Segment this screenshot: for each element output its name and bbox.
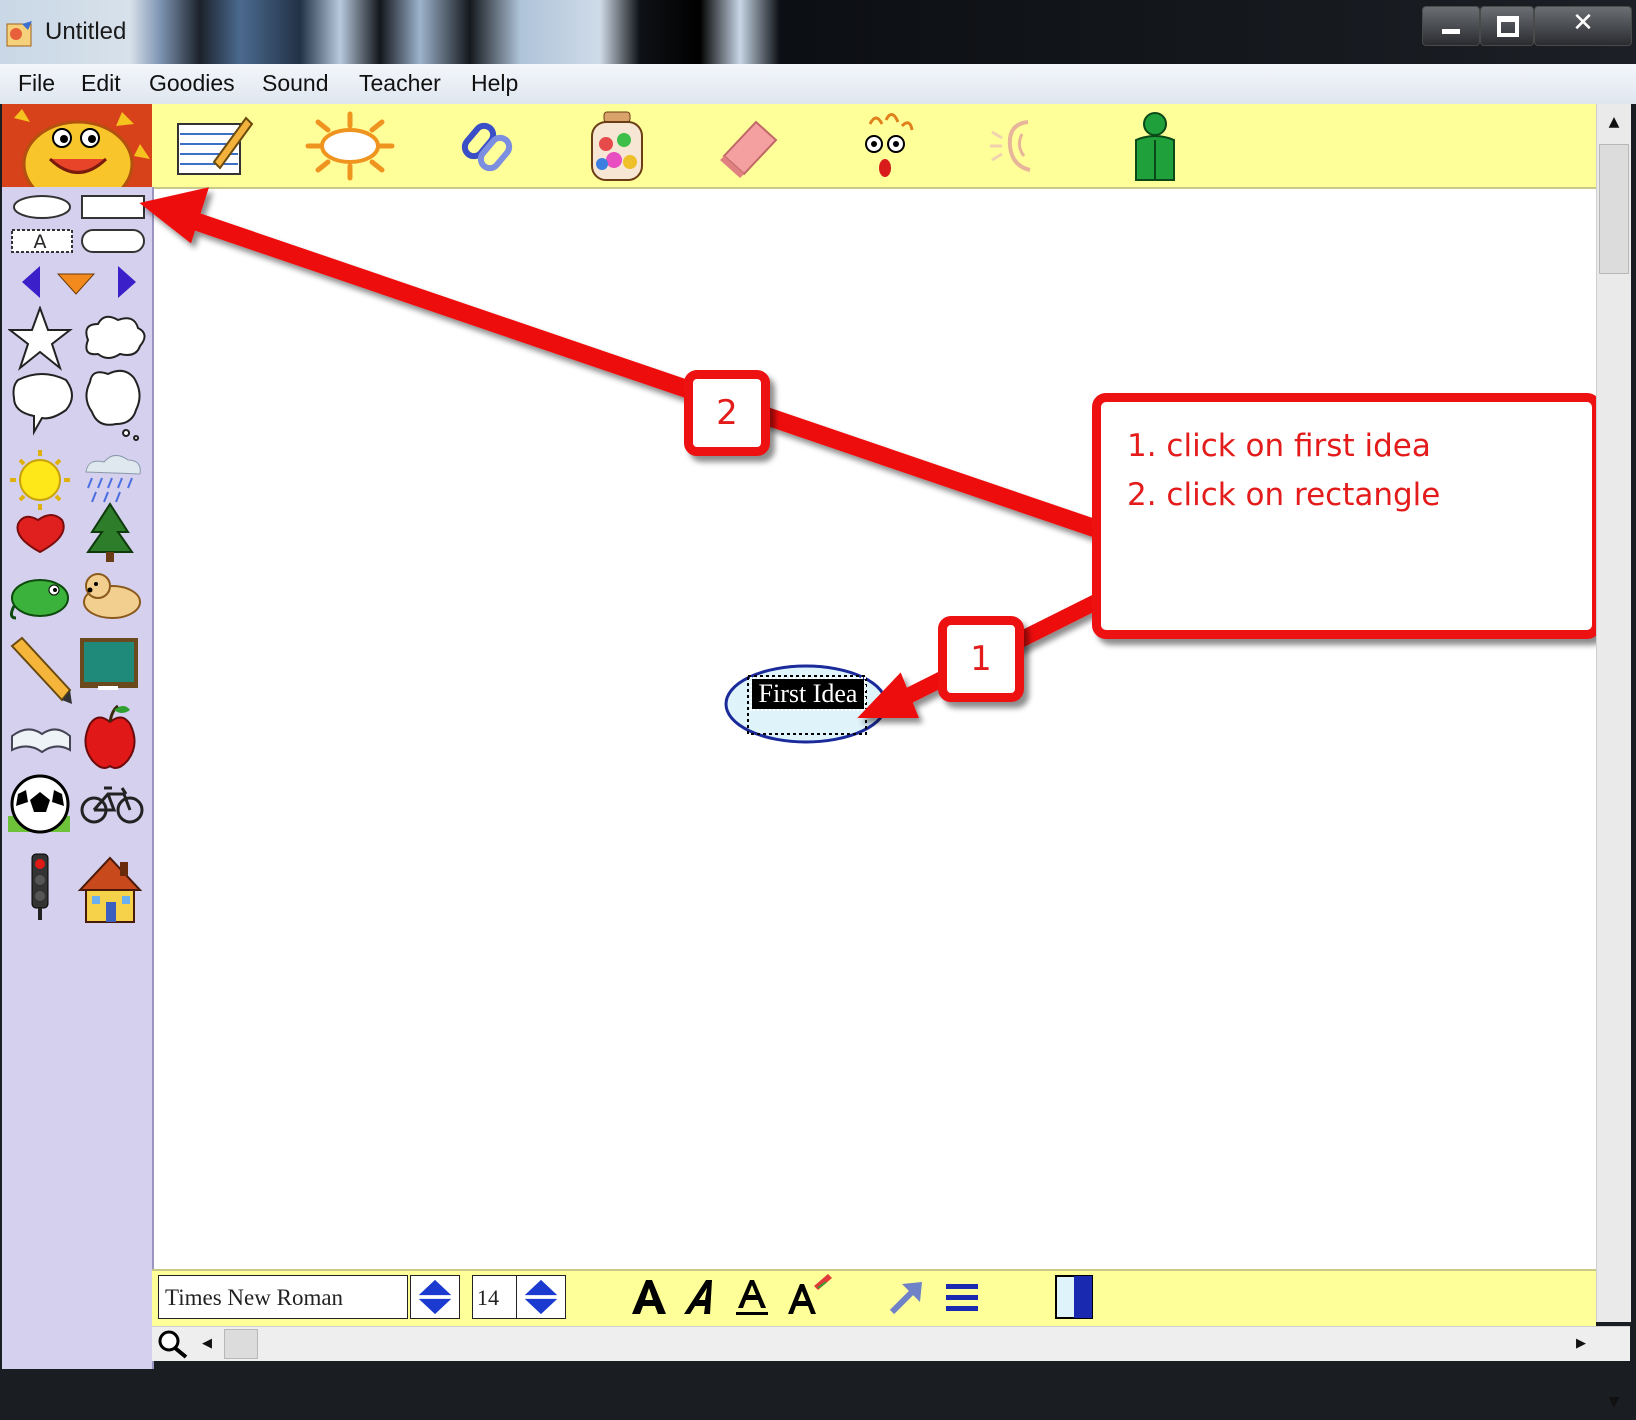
underline-icon[interactable] [732,1276,772,1318]
minimize-button[interactable] [1422,6,1480,46]
fill-color-icon[interactable] [1054,1274,1094,1320]
spin-up-icon [418,1279,452,1296]
chalkboard-icon [80,638,138,690]
font-name-spinner[interactable] [410,1275,460,1319]
font-name-field[interactable]: Times New Roman [158,1275,408,1319]
oval-shape-button[interactable] [12,196,68,218]
line-arrow-icon[interactable] [886,1278,926,1318]
spin-down-icon [418,1298,452,1315]
pencil-icon [10,636,72,704]
text-color-icon[interactable] [784,1272,834,1318]
thought-bubble-icon [85,369,141,441]
cloud-icon [85,315,146,359]
menu-teacher[interactable]: Teacher [359,70,441,97]
palette-down-button[interactable] [58,264,98,300]
dog-icon [83,573,141,619]
horizontal-scrollbar[interactable]: ◀ ▶ [152,1326,1630,1361]
palette-prev-button[interactable] [14,264,44,300]
font-size-field[interactable]: 14 [472,1275,522,1319]
traffic-light-icon [31,853,49,920]
sun-icon [10,450,70,510]
scroll-left-icon[interactable]: ◀ [192,1327,222,1361]
instruction-note: 1. click on first idea 2. click on recta… [1092,393,1601,639]
heart-icon [16,514,65,554]
bicycle-icon [80,786,144,824]
vertical-scrollbar[interactable]: ▲ ▼ [1596,104,1631,1410]
bold-icon[interactable] [628,1276,668,1318]
scroll-down-icon[interactable]: ▼ [1597,1384,1631,1420]
step-1-badge: 1 [938,616,1024,702]
zoom-icon[interactable] [156,1329,190,1359]
menu-file[interactable]: File [18,70,55,97]
instruction-line-1: 1. click on first idea [1127,428,1431,464]
close-icon: ✕ [1572,8,1594,38]
lizard-icon [9,579,69,620]
notepad-icon[interactable] [174,110,254,182]
minimize-icon [1442,29,1460,34]
close-button[interactable]: ✕ [1534,6,1632,46]
scroll-right-icon[interactable]: ▶ [1566,1327,1596,1361]
rounded-rectangle-shape-button[interactable] [82,230,144,252]
sun-burst-icon[interactable] [302,110,398,182]
maximize-button[interactable] [1480,6,1534,46]
menu-sound[interactable]: Sound [262,70,329,97]
window-title: Untitled [45,18,127,45]
star-icon [8,306,73,371]
house-icon [77,856,143,923]
person-icon[interactable] [1130,110,1180,182]
rain-cloud-icon [85,455,141,503]
book-icon [11,728,71,754]
hscroll-thumb[interactable] [224,1329,258,1359]
title-bar [0,0,1636,64]
italic-icon[interactable] [680,1276,720,1318]
menu-bar [0,64,1636,104]
eraser-icon[interactable] [716,110,782,182]
text-box-shape-button[interactable]: A [12,230,68,253]
chain-link-icon[interactable] [452,110,522,182]
soccer-ball-icon [8,774,70,834]
silly-face-icon[interactable] [852,110,918,182]
sticker-grid [8,306,146,923]
speech-bubble-icon [12,373,73,436]
maximize-icon [1497,16,1519,37]
scroll-thumb[interactable] [1599,144,1629,274]
first-idea-text[interactable]: First Idea [750,677,866,711]
instruction-line-2: 2. click on rectangle [1127,477,1441,513]
listen-ear-icon[interactable] [986,110,1046,182]
mascot-button[interactable] [2,104,152,187]
apple-icon [84,704,136,769]
app-icon [6,21,32,47]
tree-icon [86,502,134,562]
palette-next-button[interactable] [112,264,142,300]
menu-goodies[interactable]: Goodies [149,70,235,97]
font-size-spinner[interactable] [516,1275,566,1319]
rectangle-shape-button[interactable] [82,196,144,218]
align-lines-icon[interactable] [944,1280,980,1316]
menu-help[interactable]: Help [471,70,518,97]
spin-down-icon [524,1298,558,1315]
menu-edit[interactable]: Edit [81,70,121,97]
scroll-up-icon[interactable]: ▲ [1597,104,1631,140]
candy-jar-icon[interactable] [586,110,648,182]
step-2-badge: 2 [684,370,770,456]
smiley-face-icon [2,104,152,187]
spin-up-icon [524,1279,558,1296]
